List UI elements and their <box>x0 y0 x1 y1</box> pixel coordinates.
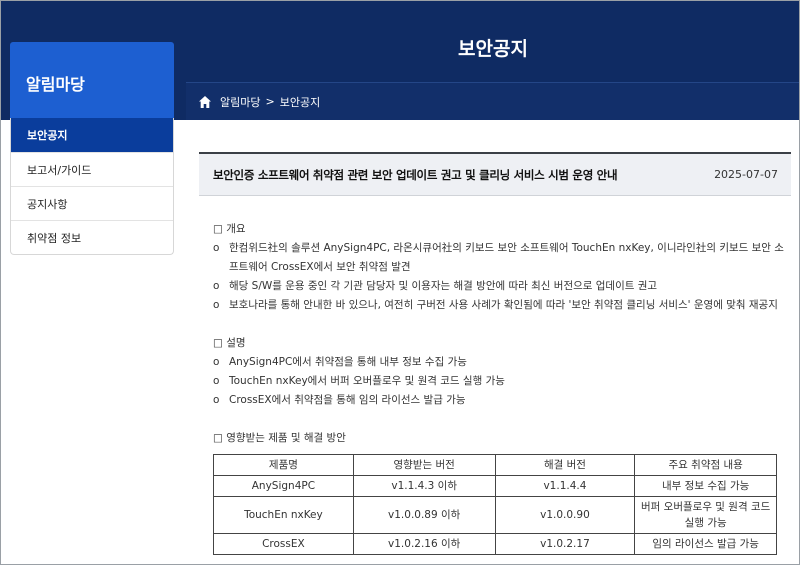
bullet-mark: o <box>213 356 220 368</box>
table-cell: v1.1.4.3 이하 <box>352 475 496 497</box>
post-date: 2025-07-07 <box>714 168 778 181</box>
bullet-text: 해당 S/W를 운용 중인 각 기관 담당자 및 이용자는 해결 방안에 따라 … <box>229 280 658 292</box>
post-content: 보안인증 소프트웨어 취약점 관련 보안 업데이트 권고 및 클리닝 서비스 시… <box>199 152 791 555</box>
table-header-row: 제품명 영향받는 버전 해결 버전 주요 취약점 내용 <box>213 454 777 476</box>
table-cell: AnySign4PC <box>213 475 354 497</box>
bullet-text: CrossEX에서 취약점을 통해 임의 라이선스 발급 가능 <box>229 394 466 406</box>
bullet-text: 보호나라를 통해 안내한 바 있으나, 여전히 구버전 사용 사례가 확인됨에 … <box>229 299 778 311</box>
table-cell: 임의 라이선스 발급 가능 <box>634 533 777 555</box>
section-description: □ 설명 o AnySign4PC에서 취약점을 통해 내부 정보 수집 가능 … <box>213 334 791 410</box>
sidebar-menu: 보안공지 보고서/가이드 공지사항 취약점 정보 <box>10 118 174 255</box>
sidebar: 알림마당 보안공지 보고서/가이드 공지사항 취약점 정보 <box>10 42 174 255</box>
table-cell: v1.0.2.16 이하 <box>352 533 496 555</box>
breadcrumb-item-notice[interactable]: 알림마당 <box>220 94 260 110</box>
post-header: 보안인증 소프트웨어 취약점 관련 보안 업데이트 권고 및 클리닝 서비스 시… <box>199 152 791 196</box>
breadcrumb-separator: > <box>265 95 275 108</box>
page-title: 보안공지 <box>458 38 528 60</box>
bullet-mark: o <box>213 375 220 387</box>
table-cell: v1.0.2.17 <box>494 533 636 555</box>
bullet-mark: o <box>213 280 220 292</box>
table-row: TouchEn nxKey v1.0.0.89 이하 v1.0.0.90 버퍼 … <box>213 496 777 534</box>
section-heading: □ 영향받는 제품 및 해결 방안 <box>213 432 346 444</box>
bullet-text: 한컴위드社의 솔루션 AnySign4PC, 라온시큐어社의 키보드 보안 소프… <box>229 242 784 273</box>
list-item: o 한컴위드社의 솔루션 AnySign4PC, 라온시큐어社의 키보드 보안 … <box>213 239 791 277</box>
post-body: □ 개요 o 한컴위드社의 솔루션 AnySign4PC, 라온시큐어社의 키보… <box>199 196 791 555</box>
table-cell: v1.0.0.89 이하 <box>352 496 496 534</box>
table-cell: v1.1.4.4 <box>494 475 636 497</box>
section-heading: □ 설명 <box>213 337 246 349</box>
list-item: o 보호나라를 통해 안내한 바 있으나, 여전히 구버전 사용 사례가 확인됨… <box>213 296 791 315</box>
list-item: o 해당 S/W를 운용 중인 각 기관 담당자 및 이용자는 해결 방안에 따… <box>213 277 791 296</box>
bullet-text: AnySign4PC에서 취약점을 통해 내부 정보 수집 가능 <box>229 356 467 368</box>
list-item: o TouchEn nxKey에서 버퍼 오버플로우 및 원격 코드 실행 가능 <box>213 372 791 391</box>
table-cell: CrossEX <box>213 533 354 555</box>
breadcrumb-item-security[interactable]: 보안공지 <box>280 94 320 110</box>
section-affected: □ 영향받는 제품 및 해결 방안 제품명 영향받는 버전 해결 버전 주요 취… <box>213 429 791 555</box>
column-header: 제품명 <box>213 454 354 476</box>
table-row: CrossEX v1.0.2.16 이하 v1.0.2.17 임의 라이선스 발… <box>213 533 777 555</box>
list-item: o CrossEX에서 취약점을 통해 임의 라이선스 발급 가능 <box>213 391 791 410</box>
table-row: AnySign4PC v1.1.4.3 이하 v1.1.4.4 내부 정보 수집… <box>213 475 777 497</box>
home-icon[interactable] <box>198 95 212 109</box>
sidebar-item-reports-guides[interactable]: 보고서/가이드 <box>11 152 173 186</box>
table-cell: 버퍼 오버플로우 및 원격 코드 실행 가능 <box>634 496 777 534</box>
sidebar-item-vulnerability-info[interactable]: 취약점 정보 <box>11 220 173 254</box>
affected-products-table: 제품명 영향받는 버전 해결 버전 주요 취약점 내용 AnySign4PC v… <box>213 454 777 555</box>
table-cell: v1.0.0.90 <box>494 496 636 534</box>
bullet-mark: o <box>213 299 220 311</box>
breadcrumb: 알림마당 > 보안공지 <box>186 82 800 120</box>
section-heading: □ 개요 <box>213 223 246 235</box>
table-cell: TouchEn nxKey <box>213 496 354 534</box>
sidebar-item-security-notice[interactable]: 보안공지 <box>11 118 173 152</box>
post-title: 보안인증 소프트웨어 취약점 관련 보안 업데이트 권고 및 클리닝 서비스 시… <box>213 167 618 182</box>
bullet-mark: o <box>213 394 220 406</box>
bullet-text: TouchEn nxKey에서 버퍼 오버플로우 및 원격 코드 실행 가능 <box>229 375 505 387</box>
column-header: 영향받는 버전 <box>352 454 496 476</box>
table-cell: 내부 정보 수집 가능 <box>634 475 777 497</box>
bullet-mark: o <box>213 242 220 254</box>
section-overview: □ 개요 o 한컴위드社의 솔루션 AnySign4PC, 라온시큐어社의 키보… <box>213 220 791 315</box>
sidebar-title: 알림마당 <box>10 42 174 118</box>
column-header: 주요 취약점 내용 <box>634 454 777 476</box>
sidebar-item-announcements[interactable]: 공지사항 <box>11 186 173 220</box>
list-item: o AnySign4PC에서 취약점을 통해 내부 정보 수집 가능 <box>213 353 791 372</box>
column-header: 해결 버전 <box>494 454 636 476</box>
